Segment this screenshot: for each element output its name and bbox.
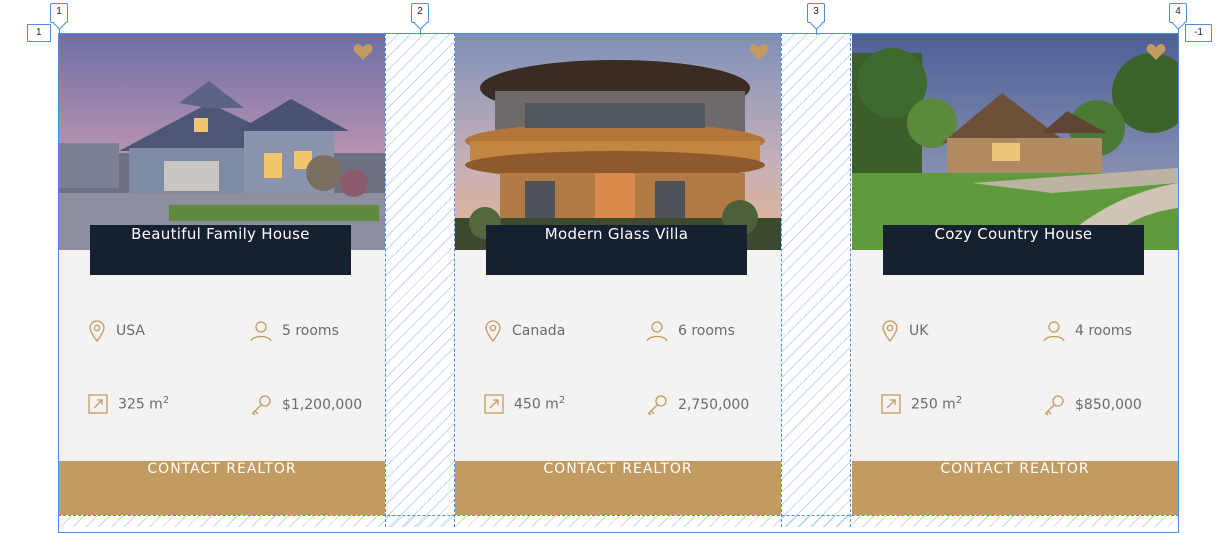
area-icon bbox=[881, 394, 901, 414]
location-feature: USA bbox=[88, 320, 145, 342]
area-feature: 250 m2 bbox=[881, 394, 962, 414]
person-icon bbox=[250, 321, 272, 342]
contact-realtor-button[interactable]: CONTACT REALTOR bbox=[59, 461, 385, 515]
location-feature: UK bbox=[881, 320, 928, 342]
rooms-text: 6 rooms bbox=[678, 323, 735, 339]
price-feature: $850,000 bbox=[1043, 394, 1142, 416]
grid-gap-1 bbox=[385, 33, 455, 527]
property-card: Modern Glass Villa Canada 6 rooms 450 m2… bbox=[455, 33, 781, 515]
key-icon bbox=[251, 395, 271, 416]
price-text: $850,000 bbox=[1075, 397, 1142, 413]
location-pin-icon bbox=[89, 320, 105, 342]
property-title: Modern Glass Villa bbox=[486, 225, 747, 275]
grid-column-marker[interactable]: 1 bbox=[50, 3, 68, 35]
area-text: 450 m2 bbox=[514, 395, 566, 413]
area-text: 325 m2 bbox=[118, 395, 170, 413]
heart-icon[interactable] bbox=[1146, 43, 1166, 61]
rooms-feature: 4 rooms bbox=[1043, 320, 1132, 342]
rooms-text: 5 rooms bbox=[282, 323, 339, 339]
rooms-feature: 6 rooms bbox=[646, 320, 735, 342]
price-text: $1,200,000 bbox=[282, 397, 363, 413]
price-feature: 2,750,000 bbox=[646, 394, 749, 416]
property-photo bbox=[455, 33, 781, 250]
area-feature: 450 m2 bbox=[484, 394, 565, 414]
grid-column-marker[interactable]: 4 bbox=[1169, 3, 1187, 35]
location-text: USA bbox=[116, 323, 145, 339]
person-icon bbox=[1043, 321, 1065, 342]
contact-realtor-button[interactable]: CONTACT REALTOR bbox=[455, 461, 781, 515]
area-feature: 325 m2 bbox=[88, 394, 169, 414]
contact-realtor-button[interactable]: CONTACT REALTOR bbox=[852, 461, 1178, 515]
area-icon bbox=[88, 394, 108, 414]
property-photo bbox=[59, 33, 385, 250]
property-title: Cozy Country House bbox=[883, 225, 1144, 275]
property-card: Cozy Country House UK 4 rooms 250 m2 $85… bbox=[852, 33, 1178, 515]
location-pin-icon bbox=[485, 320, 501, 342]
location-text: Canada bbox=[512, 323, 566, 339]
property-card: Beautiful Family House USA 5 rooms 325 m… bbox=[59, 33, 385, 515]
price-text: 2,750,000 bbox=[678, 397, 750, 413]
rooms-text: 4 rooms bbox=[1075, 323, 1132, 339]
property-photo bbox=[852, 33, 1178, 250]
grid-column-marker[interactable]: 2 bbox=[411, 3, 429, 35]
grid-row-marker-start[interactable]: 1 bbox=[27, 24, 51, 42]
grid-column-marker[interactable]: 3 bbox=[807, 3, 825, 35]
location-feature: Canada bbox=[484, 320, 565, 342]
price-feature: $1,200,000 bbox=[250, 394, 362, 416]
heart-icon[interactable] bbox=[749, 43, 769, 61]
property-title: Beautiful Family House bbox=[90, 225, 351, 275]
key-icon bbox=[1044, 395, 1064, 416]
area-icon bbox=[484, 394, 504, 414]
grid-gap-2 bbox=[781, 33, 851, 527]
grid-bottom-strip bbox=[58, 515, 1179, 527]
key-icon bbox=[647, 395, 667, 416]
area-text: 250 m2 bbox=[911, 395, 963, 413]
rooms-feature: 5 rooms bbox=[250, 320, 339, 342]
heart-icon[interactable] bbox=[353, 43, 373, 61]
grid-row-marker-end[interactable]: -1 bbox=[1185, 24, 1212, 42]
location-text: UK bbox=[909, 323, 929, 339]
location-pin-icon bbox=[882, 320, 898, 342]
person-icon bbox=[646, 321, 668, 342]
